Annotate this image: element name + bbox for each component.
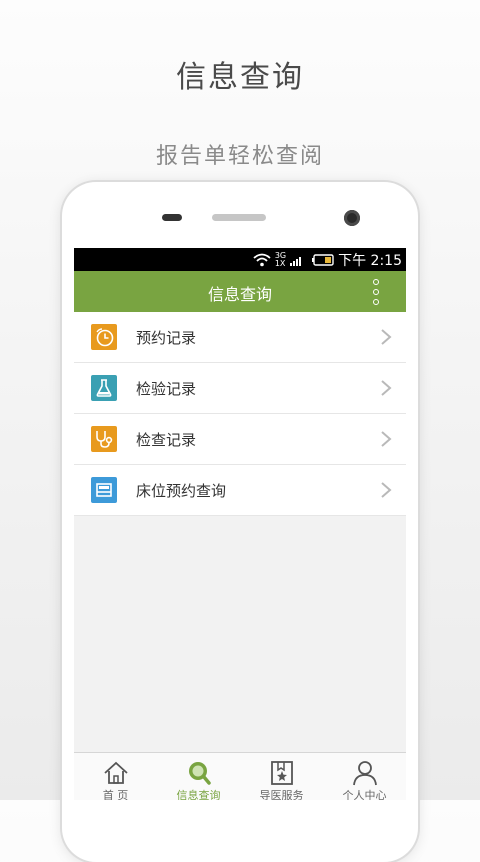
menu-item-label: 预约记录	[136, 329, 197, 347]
wifi-icon	[253, 253, 271, 266]
tab-label: 导医服务	[259, 789, 304, 800]
signal-icon	[290, 256, 302, 266]
bottom-tab-bar: 首 页 信息查询 导医服务 个人中心	[74, 752, 406, 800]
stethoscope-icon	[91, 426, 117, 452]
menu-item-exam-records[interactable]: 检查记录	[74, 414, 406, 465]
menu-item-label: 检验记录	[136, 380, 197, 398]
tab-personal-center[interactable]: 个人中心	[323, 753, 406, 800]
app-bar-title: 信息查询	[207, 285, 272, 304]
bookmark-star-icon	[268, 760, 296, 786]
app-bar: 信息查询	[74, 271, 406, 312]
menu-item-lab-records[interactable]: 检验记录	[74, 363, 406, 414]
tab-home[interactable]: 首 页	[74, 753, 157, 800]
menu-item-label: 检查记录	[136, 431, 197, 449]
chevron-right-icon	[381, 431, 392, 447]
clock-icon	[91, 324, 117, 350]
promo-subtitle: 报告单轻松查阅	[155, 144, 324, 169]
bed-icon	[91, 477, 117, 503]
network-type: 3G 1X	[274, 251, 286, 268]
more-vertical-icon[interactable]	[366, 279, 386, 305]
chevron-right-icon	[381, 329, 392, 345]
proximity-sensor	[162, 214, 182, 221]
status-bar: 3G 1X 下午 2:15	[74, 248, 406, 271]
tab-guide-service[interactable]: 导医服务	[240, 753, 323, 800]
home-icon	[102, 760, 130, 786]
front-camera	[344, 210, 360, 226]
user-icon	[351, 760, 379, 786]
chevron-right-icon	[381, 380, 392, 396]
search-icon	[185, 760, 213, 786]
status-icons: 3G 1X 下午 2:15	[253, 250, 402, 269]
tab-label: 首 页	[102, 789, 129, 800]
tab-info-query[interactable]: 信息查询	[157, 753, 240, 800]
menu-item-appointment-records[interactable]: 预约记录	[74, 312, 406, 363]
phone-screen: 3G 1X 下午 2:15 信息查询 预约记录 检验记录 检查记录 床位预约查询…	[74, 248, 406, 800]
menu-list: 预约记录 检验记录 检查记录 床位预约查询	[74, 312, 406, 516]
menu-item-label: 床位预约查询	[136, 482, 227, 500]
tab-label: 信息查询	[176, 789, 221, 800]
earpiece	[212, 214, 266, 221]
battery-icon	[312, 253, 334, 266]
network-1x: 1X	[274, 258, 286, 268]
menu-item-bed-reservation-query[interactable]: 床位预约查询	[74, 465, 406, 516]
chevron-right-icon	[381, 482, 392, 498]
promo-title: 信息查询	[176, 60, 304, 95]
status-time: 下午 2:15	[338, 252, 402, 269]
tab-label: 个人中心	[342, 789, 387, 800]
flask-icon	[91, 375, 117, 401]
